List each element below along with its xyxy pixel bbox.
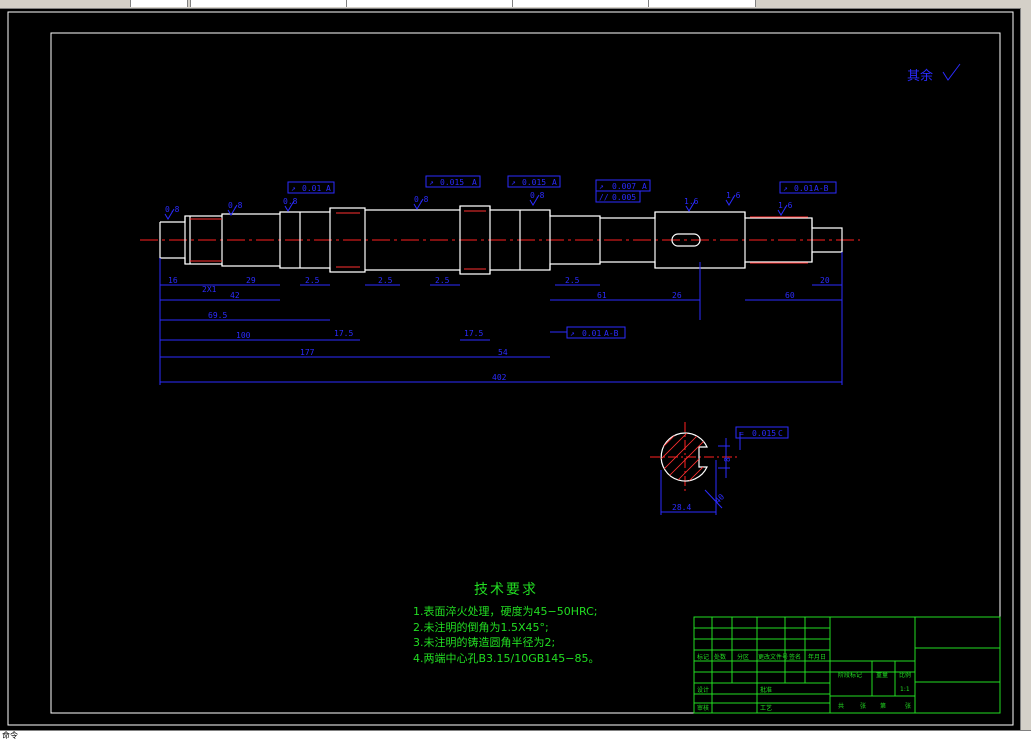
dim-2-5-c: 2.5 [435,276,450,285]
tol-8-value: 0.015 [752,429,776,438]
tb-process: 工艺 [760,704,772,712]
tech-requirements-title: 技术要求 [474,582,538,598]
tol-7-symbol: ↗ [570,329,575,338]
tol-7-datum: A-B [604,329,619,338]
tech-line-4: 4.两端中心孔B3.15/10GB145−85。 [413,652,600,665]
cad-drawing-canvas[interactable]: 其余 16 2X1 29 2.5 2.5 2.5 2.5 61 26 60 20… [0,0,1020,730]
dim-61: 61 [597,291,607,300]
tol-2-symbol: ↗ [429,178,434,187]
roughness-value-6: 1.6 [684,197,699,206]
dim-2-5-d: 2.5 [565,276,580,285]
tb-mark: 标记 [697,653,709,661]
tb-count: 处数 [714,653,726,661]
command-line[interactable]: 命令 [0,730,1031,741]
dim-177: 177 [300,348,315,357]
tb-total: 共 [838,702,844,710]
dim-17-5-b: 17.5 [464,329,483,338]
tb-stage: 阶段标记 [838,671,862,679]
dim-2-5-b: 2.5 [378,276,393,285]
dim-29: 29 [246,276,256,285]
tol-8-datum: C [778,429,783,438]
tol-5-symbol: // [599,193,609,202]
section-view: 28.4 8 40 [650,422,741,515]
roughness-value-4: 0.8 [414,195,429,204]
roughness-note: 其余 [907,68,933,84]
dim-402: 402 [492,373,507,382]
tb-weight: 重量 [876,671,888,679]
tb-signature: 签名 [789,653,801,661]
tech-line-2: 2.未注明的倒角为1.5X45°; [413,620,549,634]
roughness-value-8: 1.6 [778,201,793,210]
roughness-value-5: 0.8 [530,191,545,200]
outer-border [7,11,1014,726]
tol-4-datum: A [642,182,647,191]
tol-6-symbol: ↗ [783,184,788,193]
dim-20: 20 [820,276,830,285]
roughness-value-1: 0.8 [165,205,180,214]
roughness-value-2: 0.8 [228,201,243,210]
tol-1-symbol: ↗ [291,184,296,193]
tb-change-doc: 更改文件号 [758,653,788,661]
tol-2-value: 0.015 [440,178,464,187]
tb-scale-value: 1:1 [900,686,910,693]
tb-date: 年月日 [808,653,826,661]
tb-zone: 分区 [737,653,749,661]
tb-no: 第 [880,702,886,710]
tb-sheets-2: 张 [905,702,911,710]
section-dim-dia: 40 [713,492,726,505]
dim-100: 100 [236,331,251,340]
tol-3-value: 0.015 [522,178,546,187]
dim-42: 42 [230,291,240,300]
tol-1-value: 0.01 [302,184,321,193]
section-dim-width: 28.4 [672,503,691,512]
dimension-lines [159,252,843,385]
dim-2-5-a: 2.5 [305,276,320,285]
dim-60: 60 [785,291,795,300]
roughness-symbol-icon [942,63,961,81]
tol-4-value: 0.007 [612,182,636,191]
tolerance-texts: ↗ 0.01 A ↗ 0.015 A ↗ 0.015 A ↗ 0.007 A /… [291,178,829,438]
tol-6-datum: A-B [814,184,829,193]
tb-design: 设计 [697,686,709,694]
title-block-grid [693,616,1001,714]
tolerance-frame-boxes [287,175,837,439]
dim-54: 54 [498,348,508,357]
tb-review: 审核 [697,704,709,712]
dim-69-5: 69.5 [208,311,227,320]
roughness-value-3: 0.8 [283,197,298,206]
tol-2-datum: A [472,178,477,187]
vertical-scrollbar[interactable] [1020,8,1031,730]
dim-2x1: 2X1 [202,285,217,294]
tol-3-symbol: ↗ [511,178,516,187]
tol-7-value: 0.01 [582,329,601,338]
tb-sheets-1: 张 [860,702,866,710]
tb-scale: 比例 [899,671,911,679]
tol-1-datum: A [326,184,331,193]
tol-3-datum: A [552,178,557,187]
dim-17-5-a: 17.5 [334,329,353,338]
tb-approve: 批准 [760,686,772,694]
tol-5-value: 0.005 [612,193,636,202]
roughness-value-7: 1.6 [726,191,741,200]
tech-line-1: 1.表面淬火处理，硬度为45−50HRC; [413,604,597,618]
section-dim-key: 8 [723,457,732,462]
tol-4-symbol: ↗ [599,182,604,191]
dim-26: 26 [672,291,682,300]
tech-line-3: 3.未注明的铸造圆角半径为2; [413,635,555,649]
tol-6-value: 0.01 [794,184,813,193]
dim-16: 16 [168,276,178,285]
